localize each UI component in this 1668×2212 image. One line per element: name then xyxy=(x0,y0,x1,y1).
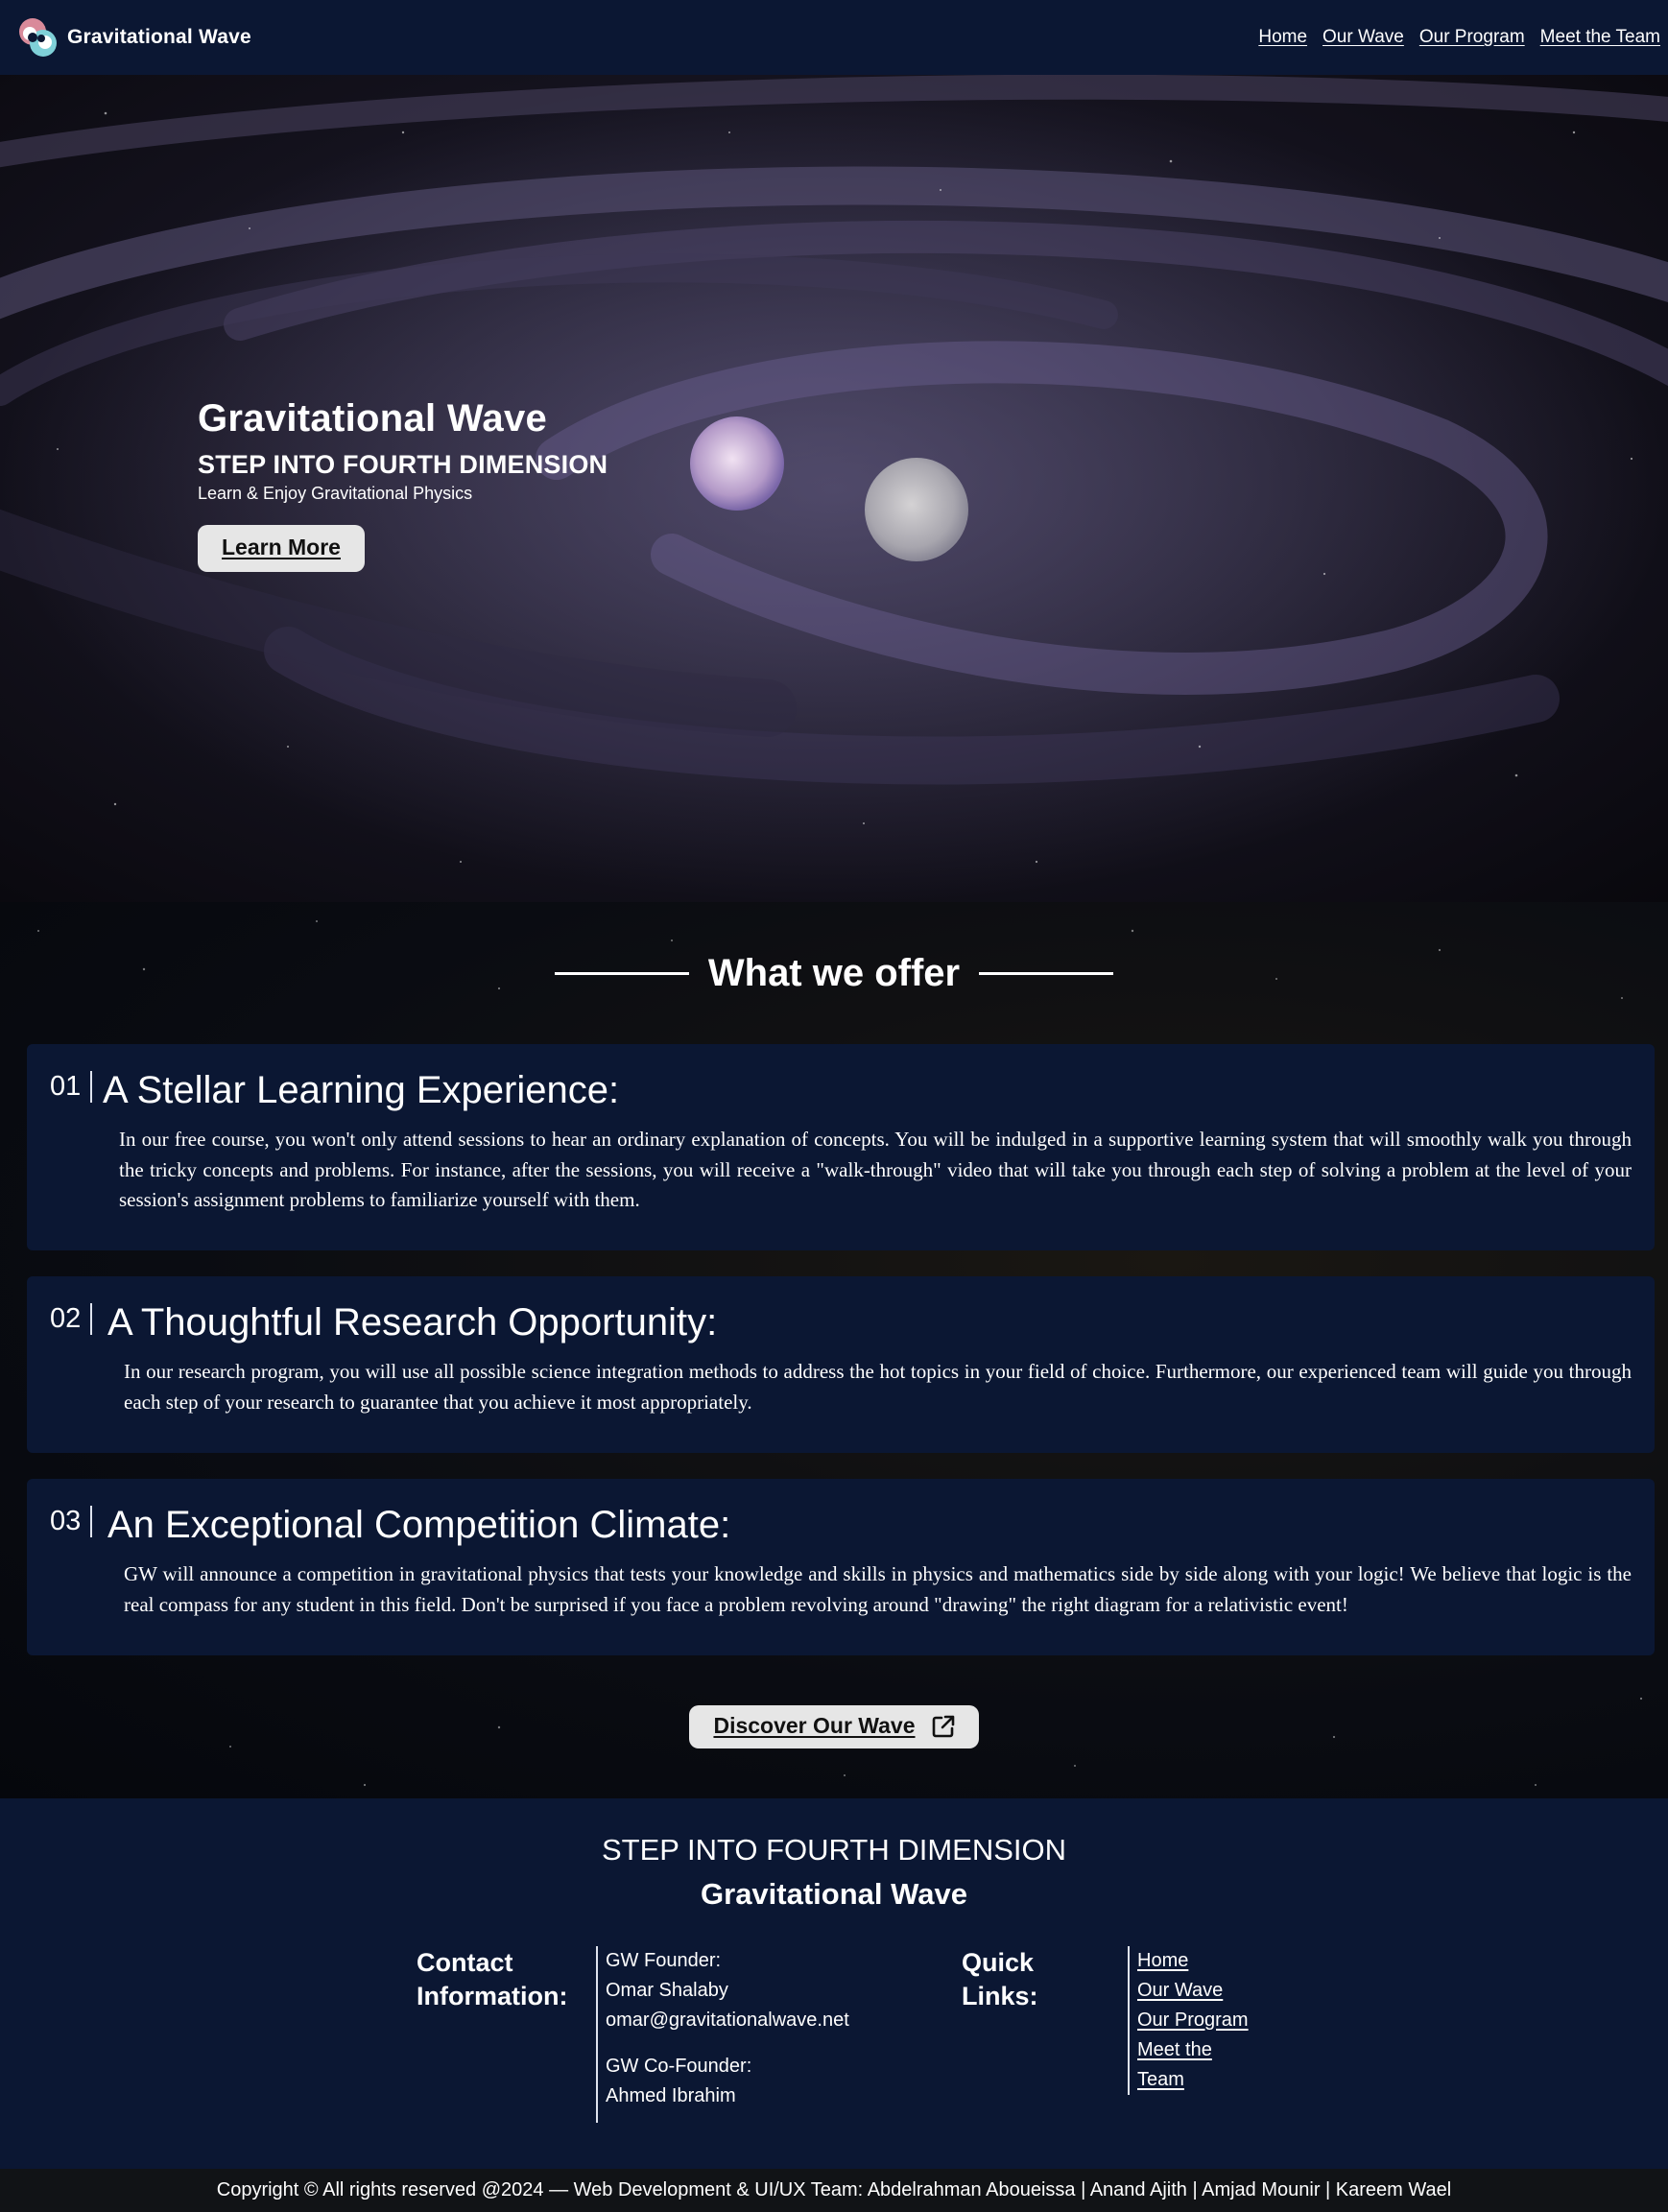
offer-section: What we offer 01 A Stellar Learning Expe… xyxy=(0,902,1668,1798)
footer-tagline: STEP INTO FOURTH DIMENSION xyxy=(602,1833,1066,1867)
footer-link-our-program[interactable]: Our Program xyxy=(1137,2006,1249,2035)
nav-link-our-program[interactable]: Our Program xyxy=(1419,27,1525,48)
card-number: 03 xyxy=(50,1506,93,1537)
offer-card-3: 03 An Exceptional Competition Climate: G… xyxy=(27,1479,1655,1655)
offer-card-1: 01 A Stellar Learning Experience: In our… xyxy=(27,1044,1655,1250)
quick-links: Home Our Wave Our Program Meet the Team xyxy=(1128,1946,1249,2095)
founder-label: GW Founder: xyxy=(606,1950,722,1971)
nav-link-meet-the-team[interactable]: Meet the Team xyxy=(1540,27,1660,48)
copyright-bar: Copyright © All rights reserved @2024 — … xyxy=(0,2169,1668,2212)
nav-link-home[interactable]: Home xyxy=(1258,27,1307,48)
nav-link-our-wave[interactable]: Our Wave xyxy=(1322,27,1404,48)
offer-heading: What we offer xyxy=(0,952,1668,995)
card-text: In our research program, you will use al… xyxy=(124,1360,1632,1414)
offer-title: What we offer xyxy=(707,952,961,994)
hero-subtitle: STEP INTO FOURTH DIMENSION xyxy=(198,450,608,479)
learn-more-button[interactable]: Learn More xyxy=(198,525,365,572)
card-number: 02 xyxy=(50,1303,93,1335)
binary-star-b xyxy=(865,458,968,561)
external-link-icon xyxy=(932,1715,954,1737)
quick-links-heading: Quick Links: xyxy=(962,1948,1038,2010)
card-title: A Thoughtful Research Opportunity: xyxy=(107,1301,718,1344)
founder-name: Omar Shalaby xyxy=(606,1980,728,2001)
hero-tagline: Learn & Enjoy Gravitational Physics xyxy=(198,484,473,503)
navbar: Gravitational Wave Home Our Wave Our Pro… xyxy=(0,0,1668,75)
founder-email: omar@gravitationalwave.net xyxy=(606,2010,849,2031)
hero-section: Gravitational Wave STEP INTO FOURTH DIME… xyxy=(0,75,1668,902)
contact-info: GW Founder: Omar Shalaby omar@gravitatio… xyxy=(596,1946,849,2123)
discover-our-wave-button[interactable]: Discover Our Wave xyxy=(689,1705,979,1748)
heading-line-right xyxy=(979,972,1114,975)
card-title: A Stellar Learning Experience: xyxy=(103,1069,620,1111)
offer-card-2: 02 A Thoughtful Research Opportunity: In… xyxy=(27,1276,1655,1453)
footer-brand: Gravitational Wave xyxy=(701,1877,967,1911)
footer-link-meet-the-team[interactable]: Meet the xyxy=(1137,2035,1249,2065)
heading-line-left xyxy=(554,972,689,975)
contact-heading: Contact Information: xyxy=(417,1948,568,2010)
binary-star-a xyxy=(690,416,784,511)
cofounder-label: GW Co-Founder: xyxy=(606,2056,752,2077)
logo-icon xyxy=(19,18,57,57)
footer: STEP INTO FOURTH DIMENSION Gravitational… xyxy=(0,1798,1668,2169)
nav-links: Home Our Wave Our Program Meet the Team xyxy=(1258,27,1660,48)
brand[interactable]: Gravitational Wave xyxy=(17,15,251,59)
card-text: In our free course, you won't only atten… xyxy=(119,1128,1632,1211)
discover-label: Discover Our Wave xyxy=(713,1713,916,1738)
discover-wrap: Discover Our Wave xyxy=(0,1705,1668,1748)
footer-link-our-wave[interactable]: Our Wave xyxy=(1137,1976,1249,2006)
hero-title: Gravitational Wave xyxy=(198,397,548,440)
brand-name: Gravitational Wave xyxy=(67,26,251,48)
card-text: GW will announce a competition in gravit… xyxy=(124,1562,1632,1616)
card-title: An Exceptional Competition Climate: xyxy=(107,1504,731,1546)
card-number: 01 xyxy=(50,1071,93,1103)
footer-link-meet-the-team-cont[interactable]: Team xyxy=(1137,2065,1249,2095)
cofounder-name: Ahmed Ibrahim xyxy=(606,2085,736,2106)
footer-link-home[interactable]: Home xyxy=(1137,1946,1249,1976)
hero-text: Gravitational Wave STEP INTO FOURTH DIME… xyxy=(198,397,608,572)
